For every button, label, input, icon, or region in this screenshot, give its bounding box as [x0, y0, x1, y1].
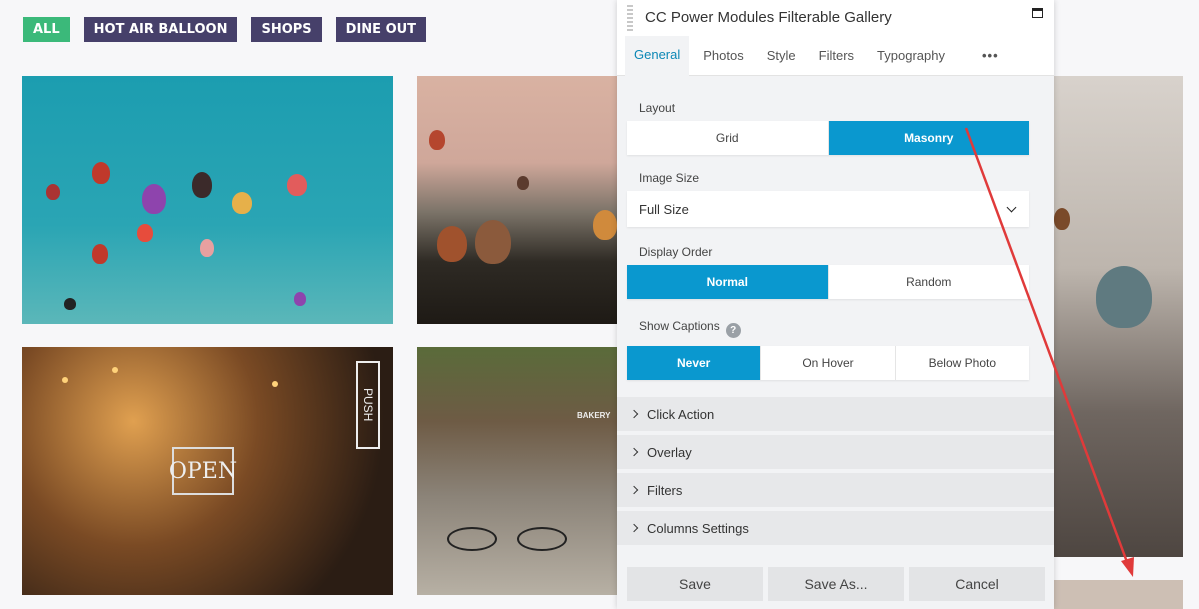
image-size-select[interactable]: Full Size	[627, 191, 1029, 227]
tab-photos[interactable]: Photos	[694, 36, 752, 76]
layout-masonry-option[interactable]: Masonry	[828, 121, 1029, 155]
layout-selector: Grid Masonry	[627, 121, 1029, 155]
tab-more[interactable]: •••	[973, 36, 1008, 76]
bicycle-wheel	[447, 527, 497, 551]
show-captions-selector: Never On Hover Below Photo	[627, 346, 1029, 380]
bicycle-wheel	[517, 527, 567, 551]
display-order-selector: Normal Random	[627, 265, 1029, 299]
section-label: Columns Settings	[647, 520, 749, 536]
layout-grid-option[interactable]: Grid	[627, 121, 829, 155]
filter-hot-air-balloon[interactable]: HOT AIR BALLOON	[83, 17, 238, 42]
image-size-label: Image Size	[639, 171, 700, 185]
display-order-random-option[interactable]: Random	[829, 265, 1030, 299]
settings-panel: CC Power Modules Filterable Gallery Gene…	[617, 0, 1054, 609]
help-icon[interactable]: ?	[725, 323, 741, 338]
balloon-shape	[232, 192, 252, 214]
balloon-shape	[475, 220, 511, 264]
gallery-image-shop-window[interactable]: OPEN PUSH	[22, 347, 393, 595]
section-label: Overlay	[647, 444, 692, 460]
display-order-label: Display Order	[639, 245, 713, 259]
balloon-shape	[46, 184, 60, 200]
chevron-right-icon	[629, 485, 639, 495]
chevron-right-icon	[629, 447, 639, 457]
filter-shops[interactable]: SHOPS	[251, 17, 322, 42]
balloon-shape	[517, 176, 529, 190]
section-overlay[interactable]: Overlay	[617, 435, 1054, 469]
panel-title: CC Power Modules Filterable Gallery	[645, 9, 892, 26]
light-bulb	[62, 377, 68, 383]
show-captions-label: Show Captions	[639, 319, 720, 333]
show-captions-label-row: Show Captions?	[639, 319, 741, 338]
arrow-head	[1121, 557, 1134, 577]
gallery-image-balloons-sunset[interactable]	[417, 76, 617, 324]
balloon-shape	[294, 292, 306, 306]
push-sign: PUSH	[356, 361, 380, 449]
balloon-shape	[1054, 208, 1070, 230]
section-filters[interactable]: Filters	[617, 473, 1054, 507]
filter-all[interactable]: ALL	[23, 17, 70, 42]
section-label: Click Action	[647, 406, 715, 422]
balloon-shape	[429, 130, 445, 150]
balloon-shape	[287, 174, 307, 196]
bakery-sign: BAKERY	[577, 411, 611, 420]
gallery-image-partial[interactable]	[1054, 580, 1183, 609]
captions-never-option[interactable]: Never	[627, 346, 762, 380]
filter-dine-out[interactable]: DINE OUT	[335, 17, 427, 42]
light-bulb	[272, 381, 278, 387]
gallery-image-balloons-sky[interactable]	[22, 76, 393, 324]
balloon-shape	[593, 210, 617, 240]
save-button[interactable]: Save	[627, 567, 763, 601]
section-click-action[interactable]: Click Action	[617, 397, 1054, 431]
cancel-button[interactable]: Cancel	[909, 567, 1045, 601]
gallery-image-balloon-rocks[interactable]	[1054, 76, 1183, 557]
tab-general[interactable]: General	[625, 35, 690, 76]
section-label: Filters	[647, 482, 683, 498]
chevron-right-icon	[629, 523, 639, 533]
image-size-value: Full Size	[639, 201, 689, 217]
gallery-image-street-bakery[interactable]: BAKERY	[417, 347, 617, 595]
tab-typography[interactable]: Typography	[868, 36, 954, 76]
maximize-icon[interactable]	[1032, 8, 1043, 18]
balloon-shape	[1096, 266, 1152, 328]
balloon-shape	[200, 239, 214, 257]
chevron-right-icon	[629, 409, 639, 419]
filter-bar: ALL HOT AIR BALLOON SHOPS DINE OUT	[23, 17, 427, 42]
tab-style[interactable]: Style	[758, 36, 805, 76]
panel-header[interactable]: CC Power Modules Filterable Gallery	[617, 0, 1054, 36]
captions-on-hover-option[interactable]: On Hover	[761, 346, 896, 380]
light-bulb	[112, 367, 118, 373]
balloon-shape	[437, 226, 467, 262]
captions-below-photo-option[interactable]: Below Photo	[896, 346, 1029, 380]
tab-filters[interactable]: Filters	[810, 36, 863, 76]
chevron-down-icon	[1006, 202, 1017, 213]
balloon-shape	[137, 224, 153, 242]
panel-tabs: General Photos Style Filters Typography …	[617, 35, 1054, 76]
section-columns-settings[interactable]: Columns Settings	[617, 511, 1054, 545]
drag-handle-icon[interactable]	[627, 5, 633, 31]
balloon-shape	[142, 184, 166, 214]
balloon-shape	[92, 162, 110, 184]
balloon-shape	[64, 298, 76, 310]
save-as-button[interactable]: Save As...	[768, 567, 904, 601]
open-sign: OPEN	[169, 447, 237, 495]
layout-label: Layout	[639, 101, 676, 115]
balloon-shape	[92, 244, 108, 264]
display-order-normal-option[interactable]: Normal	[627, 265, 829, 299]
balloon-shape	[192, 172, 212, 198]
